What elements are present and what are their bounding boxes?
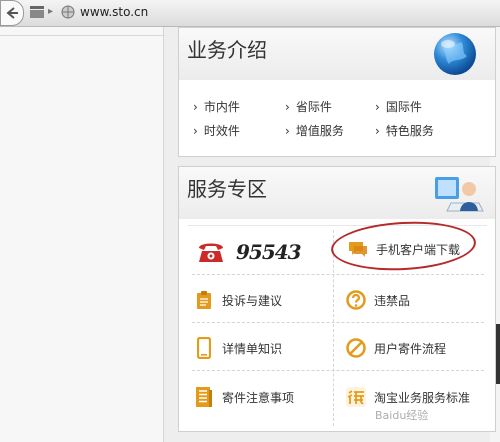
hotline-number: 95543 <box>236 240 302 264</box>
no-entry-icon <box>346 337 366 359</box>
mobile-phone-icon <box>194 337 214 359</box>
sending-process-link[interactable]: 用户寄件流程 <box>346 331 446 365</box>
globe-icon <box>434 33 476 75</box>
clipboard-icon <box>194 289 214 311</box>
business-intro-panel: 业务介绍 市内件 省际件 国际件 时效件 增值服务 特色服务 <box>178 27 496 157</box>
business-item-value-added[interactable]: 增值服务 <box>285 122 344 139</box>
watermark: Baidu经验 <box>375 409 429 422</box>
computer-user-icon <box>435 177 484 212</box>
service-grid: 95543 手机客户端下载 投诉与建议 违禁品 详情单知识 用户寄件流程 寄件注… <box>188 218 487 430</box>
business-item-international[interactable]: 国际件 <box>375 98 422 115</box>
taobao-icon <box>346 386 366 408</box>
business-item-express[interactable]: 时效件 <box>193 122 240 139</box>
chevron-right-icon: ▸ <box>48 6 54 17</box>
taobao-standard-label: 淘宝业务服务标准 <box>374 390 471 405</box>
back-arrow-icon <box>6 7 18 19</box>
address-bar-url[interactable]: www.sto.cn <box>80 5 148 19</box>
tab-list-icon[interactable] <box>29 5 44 19</box>
browser-toolbar: ▸ www.sto.cn <box>0 0 500 27</box>
service-zone-title: 服务专区 <box>187 177 267 201</box>
page-globe-icon <box>61 5 75 19</box>
panel-header: 服务专区 <box>179 167 495 219</box>
back-button[interactable] <box>0 0 24 26</box>
service-zone-panel: 服务专区 95543 手机客户端下载 投诉与建议 违禁品 详情单知识 用户寄件流… <box>178 166 496 432</box>
complaint-label: 投诉与建议 <box>222 293 283 308</box>
left-page-strip <box>0 27 164 442</box>
shipping-notice-link[interactable]: 寄件注意事项 <box>194 380 294 414</box>
sending-process-label: 用户寄件流程 <box>374 341 447 356</box>
waybill-knowledge-label: 详情单知识 <box>222 341 283 356</box>
business-intro-title: 业务介绍 <box>187 38 267 62</box>
business-item-local[interactable]: 市内件 <box>193 98 240 115</box>
service-hotline[interactable]: 95543 <box>196 240 302 264</box>
panel-header: 业务介绍 <box>179 28 495 80</box>
prohibited-items-label: 违禁品 <box>374 293 411 308</box>
document-stack-icon <box>194 386 214 408</box>
question-mark-icon <box>346 289 366 311</box>
complaint-link[interactable]: 投诉与建议 <box>194 283 282 317</box>
prohibited-items-link[interactable]: 违禁品 <box>346 283 410 317</box>
telephone-icon <box>199 243 223 262</box>
business-item-featured[interactable]: 特色服务 <box>375 122 434 139</box>
waybill-knowledge-link[interactable]: 详情单知识 <box>194 331 282 365</box>
shipping-notice-label: 寄件注意事项 <box>222 390 295 405</box>
business-item-interprovince[interactable]: 省际件 <box>285 98 332 115</box>
